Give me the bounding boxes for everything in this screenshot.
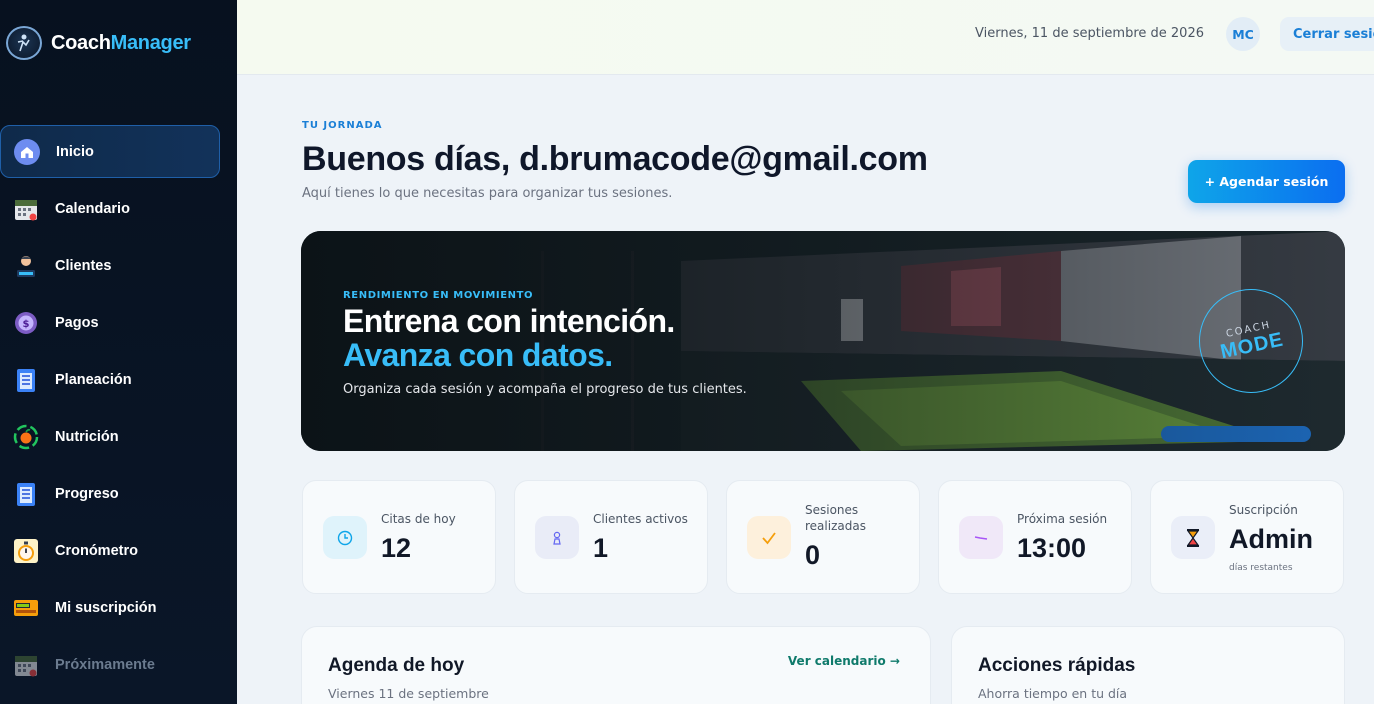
- progress-checklist-icon: [12, 480, 40, 508]
- current-date: Viernes, 11 de septiembre de 2026: [975, 26, 1204, 41]
- sidebar-item-inicio[interactable]: Inicio: [0, 125, 220, 178]
- home-icon: [13, 138, 41, 166]
- sidebar: CoachManager Inicio Calendario Clientes …: [0, 0, 237, 704]
- hero-headline-accent: Avanza con datos.: [343, 337, 613, 373]
- sidebar-item-planeacion[interactable]: Planeación: [0, 353, 237, 406]
- avatar[interactable]: MC: [1226, 17, 1260, 51]
- hero-headline: Entrena con intención.: [343, 303, 675, 339]
- brand-name-part1: Coach: [51, 31, 111, 54]
- logout-button[interactable]: Cerrar sesión: [1280, 17, 1374, 51]
- hourglass-icon: [1171, 516, 1215, 559]
- subscription-icon: [12, 594, 40, 622]
- topbar: Viernes, 11 de septiembre de 2026 MC Cer…: [237, 0, 1374, 75]
- sidebar-item-label: Mi suscripción: [55, 599, 157, 616]
- stat-card-suscripcion[interactable]: Suscripción Admin días restantes: [1150, 480, 1344, 594]
- stat-label: Suscripción: [1229, 503, 1298, 517]
- sidebar-item-proximamente: Próximamente: [0, 638, 237, 691]
- section-eyebrow: TU JORNADA: [302, 120, 383, 131]
- view-calendar-link[interactable]: Ver calendario →: [788, 654, 900, 668]
- schedule-session-button[interactable]: + Agendar sesión: [1188, 160, 1345, 203]
- nutrition-icon: [12, 423, 40, 451]
- quick-actions-subtitle: Ahorra tiempo en tu día: [978, 686, 1128, 701]
- stat-label: Próxima sesión: [1017, 512, 1108, 526]
- svg-text:$: $: [23, 319, 30, 330]
- sidebar-item-mi-suscripcion[interactable]: Mi suscripción: [0, 581, 237, 634]
- payments-icon: $: [12, 309, 40, 337]
- stat-card-clientes[interactable]: Clientes activos 1: [514, 480, 708, 594]
- clients-icon: [12, 252, 40, 280]
- stat-card-sesiones[interactable]: Sesiones realizadas 0: [726, 480, 920, 594]
- sidebar-item-label: Progreso: [55, 485, 119, 502]
- stat-card-proxima[interactable]: Próxima sesión 13:00: [938, 480, 1132, 594]
- sidebar-item-label: Planeación: [55, 371, 132, 388]
- calendar-icon: [12, 195, 40, 223]
- stat-value: Admin: [1229, 524, 1313, 554]
- sidebar-nav: Inicio Calendario Clientes $ Pagos Plane…: [0, 125, 237, 695]
- brand[interactable]: CoachManager: [6, 26, 191, 60]
- checklist-icon: [12, 366, 40, 394]
- sidebar-item-cronometro[interactable]: Cronómetro: [0, 524, 237, 577]
- sidebar-item-progreso[interactable]: Progreso: [0, 467, 237, 520]
- sidebar-item-label: Clientes: [55, 257, 112, 274]
- stat-value: 12: [381, 533, 412, 563]
- stat-value: 0: [805, 540, 821, 570]
- coach-logo-icon: [6, 26, 42, 60]
- sidebar-item-label: Inicio: [56, 143, 94, 160]
- trend-icon: [959, 516, 1003, 559]
- sidebar-item-nutricion[interactable]: Nutrición: [0, 410, 237, 463]
- agenda-panel: Agenda de hoy Viernes 11 de septiembre V…: [301, 626, 931, 704]
- sidebar-item-label: Cronómetro: [55, 542, 138, 559]
- hero-subtitle: Organiza cada sesión y acompaña el progr…: [343, 382, 747, 397]
- sidebar-item-label: Próximamente: [55, 656, 155, 673]
- page-subtitle: Aquí tienes lo que necesitas para organi…: [302, 186, 673, 201]
- sidebar-item-label: Pagos: [55, 314, 99, 331]
- stat-label: Sesiones realizadas: [805, 503, 866, 533]
- calendar-icon: [12, 651, 40, 679]
- hero-banner: RENDIMIENTO EN MOVIMIENTO Entrena con in…: [301, 231, 1345, 451]
- sidebar-item-pagos[interactable]: $ Pagos: [0, 296, 237, 349]
- brand-name: CoachManager: [51, 32, 191, 55]
- quick-actions-panel: Acciones rápidas Ahorra tiempo en tu día: [951, 626, 1345, 704]
- sidebar-item-label: Calendario: [55, 200, 130, 217]
- clock-icon: [323, 516, 367, 559]
- sidebar-item-clientes[interactable]: Clientes: [0, 239, 237, 292]
- stat-value: 13:00: [1017, 533, 1087, 563]
- agenda-title: Agenda de hoy: [328, 655, 465, 676]
- brand-name-part2: Manager: [110, 31, 191, 54]
- stat-value: 1: [593, 533, 609, 563]
- stat-card-citas[interactable]: Citas de hoy 12: [302, 480, 496, 594]
- stopwatch-icon: [12, 537, 40, 565]
- quick-actions-title: Acciones rápidas: [978, 655, 1136, 676]
- stat-label: Citas de hoy: [381, 512, 456, 526]
- check-icon: [747, 516, 791, 559]
- person-icon: [535, 516, 579, 559]
- agenda-subtitle: Viernes 11 de septiembre: [328, 686, 489, 701]
- stat-label: Clientes activos: [593, 512, 688, 526]
- sidebar-item-calendario[interactable]: Calendario: [0, 182, 237, 235]
- page-title: Buenos días, d.brumacode@gmail.com: [302, 140, 928, 178]
- hero-eyebrow: RENDIMIENTO EN MOVIMIENTO: [343, 290, 534, 301]
- stat-note: días restantes: [1229, 563, 1293, 573]
- sidebar-item-label: Nutrición: [55, 428, 119, 445]
